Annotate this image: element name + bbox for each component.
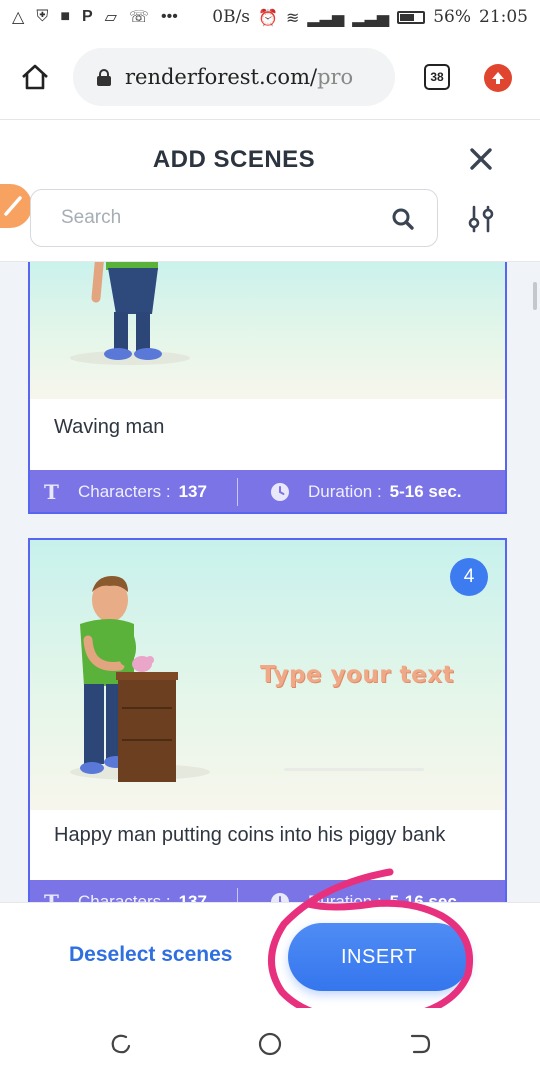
characters-value: 137 (178, 482, 207, 501)
modal-header: ADD SCENES (0, 120, 540, 262)
scrollbar[interactable] (533, 282, 537, 310)
recent-apps-icon[interactable] (108, 1032, 132, 1056)
deselect-scenes-button[interactable]: Deselect scenes (69, 943, 232, 967)
characters-value: 137 (178, 892, 207, 902)
scene-list[interactable]: Waving man T Characters : 137 Duration :… (0, 262, 540, 902)
text-t-icon: T (44, 480, 59, 504)
status-bar: △ ⛨ ■ P ▱ ☏ ••• 0B/s ⏰ ≋ ▂▃▅ ▂▃▅ 56% 21:… (0, 0, 540, 34)
battery-percent: 56% (433, 7, 471, 27)
shield-icon: ⛨ (36, 8, 49, 25)
upload-icon[interactable] (484, 64, 512, 92)
filter-sliders-icon[interactable] (466, 204, 496, 234)
home-icon[interactable] (20, 62, 50, 92)
duration-label: Duration : (307, 482, 382, 501)
characters-label: Characters : (78, 482, 171, 501)
scene-thumbnail (30, 262, 505, 399)
warning-icon: △ (12, 9, 25, 26)
overlay-underline (284, 768, 424, 771)
home-circle-icon[interactable] (258, 1032, 282, 1056)
scene-order-badge: 4 (450, 558, 488, 596)
scene-title: Happy man putting coins into his piggy b… (54, 824, 446, 846)
meta-divider (236, 888, 238, 902)
alarm-icon: ⏰ (258, 7, 278, 27)
overlay-text: Type your text (260, 662, 454, 688)
clock-icon (270, 893, 289, 902)
signal-icon-2: ▂▃▅ (352, 7, 390, 27)
scene-title: Waving man (54, 416, 165, 438)
search-input[interactable] (61, 207, 361, 229)
duration-value: 5-16 sec. (389, 892, 462, 902)
wifi-icon: ≋ (285, 7, 300, 27)
modal-footer: Deselect scenes INSERT (0, 902, 540, 1008)
clock-time: 21:05 (479, 7, 528, 27)
android-nav-bar (0, 1008, 540, 1080)
lock-icon (97, 69, 111, 86)
scene-meta-bar: T Characters : 137 Duration : 5-16 sec. (30, 880, 505, 902)
battery-icon (397, 10, 426, 24)
clock-icon (270, 483, 289, 501)
meta-divider (236, 478, 238, 506)
duration-label: Duration : (307, 892, 382, 902)
search-box (30, 189, 438, 247)
address-bar[interactable]: renderforest.com/pro (73, 48, 395, 106)
back-icon[interactable] (408, 1032, 432, 1056)
square-icon: ■ (60, 8, 70, 25)
side-edit-tab[interactable] (0, 184, 32, 228)
browser-toolbar: renderforest.com/pro 38 (0, 34, 540, 120)
close-icon[interactable] (468, 146, 494, 172)
scene-card[interactable]: Waving man T Characters : 137 Duration :… (28, 262, 507, 514)
characters-label: Characters : (78, 892, 171, 902)
url-text: renderforest.com/pro (125, 65, 354, 89)
search-icon[interactable] (391, 207, 415, 231)
whatsapp-icon: ☏ (128, 9, 149, 26)
scene-meta-bar: T Characters : 137 Duration : 5-16 sec. (30, 470, 505, 512)
scene-thumbnail: Type your text (30, 540, 505, 810)
p-app-icon: P (82, 8, 93, 25)
more-dots-icon: ••• (161, 8, 178, 25)
duration-value: 5-16 sec. (389, 482, 462, 501)
waving-man-figure (70, 262, 190, 365)
shirt-icon: ▱ (104, 9, 117, 26)
scene-card[interactable]: Type your text 4 Happy man putting coins… (28, 538, 507, 902)
insert-button[interactable]: INSERT (288, 923, 470, 991)
tab-switcher-button[interactable]: 38 (424, 64, 450, 90)
modal-title: ADD SCENES (152, 146, 316, 173)
text-t-icon: T (44, 890, 59, 902)
network-speed: 0B/s (212, 7, 251, 27)
signal-icon: ▂▃▅ (307, 7, 345, 27)
